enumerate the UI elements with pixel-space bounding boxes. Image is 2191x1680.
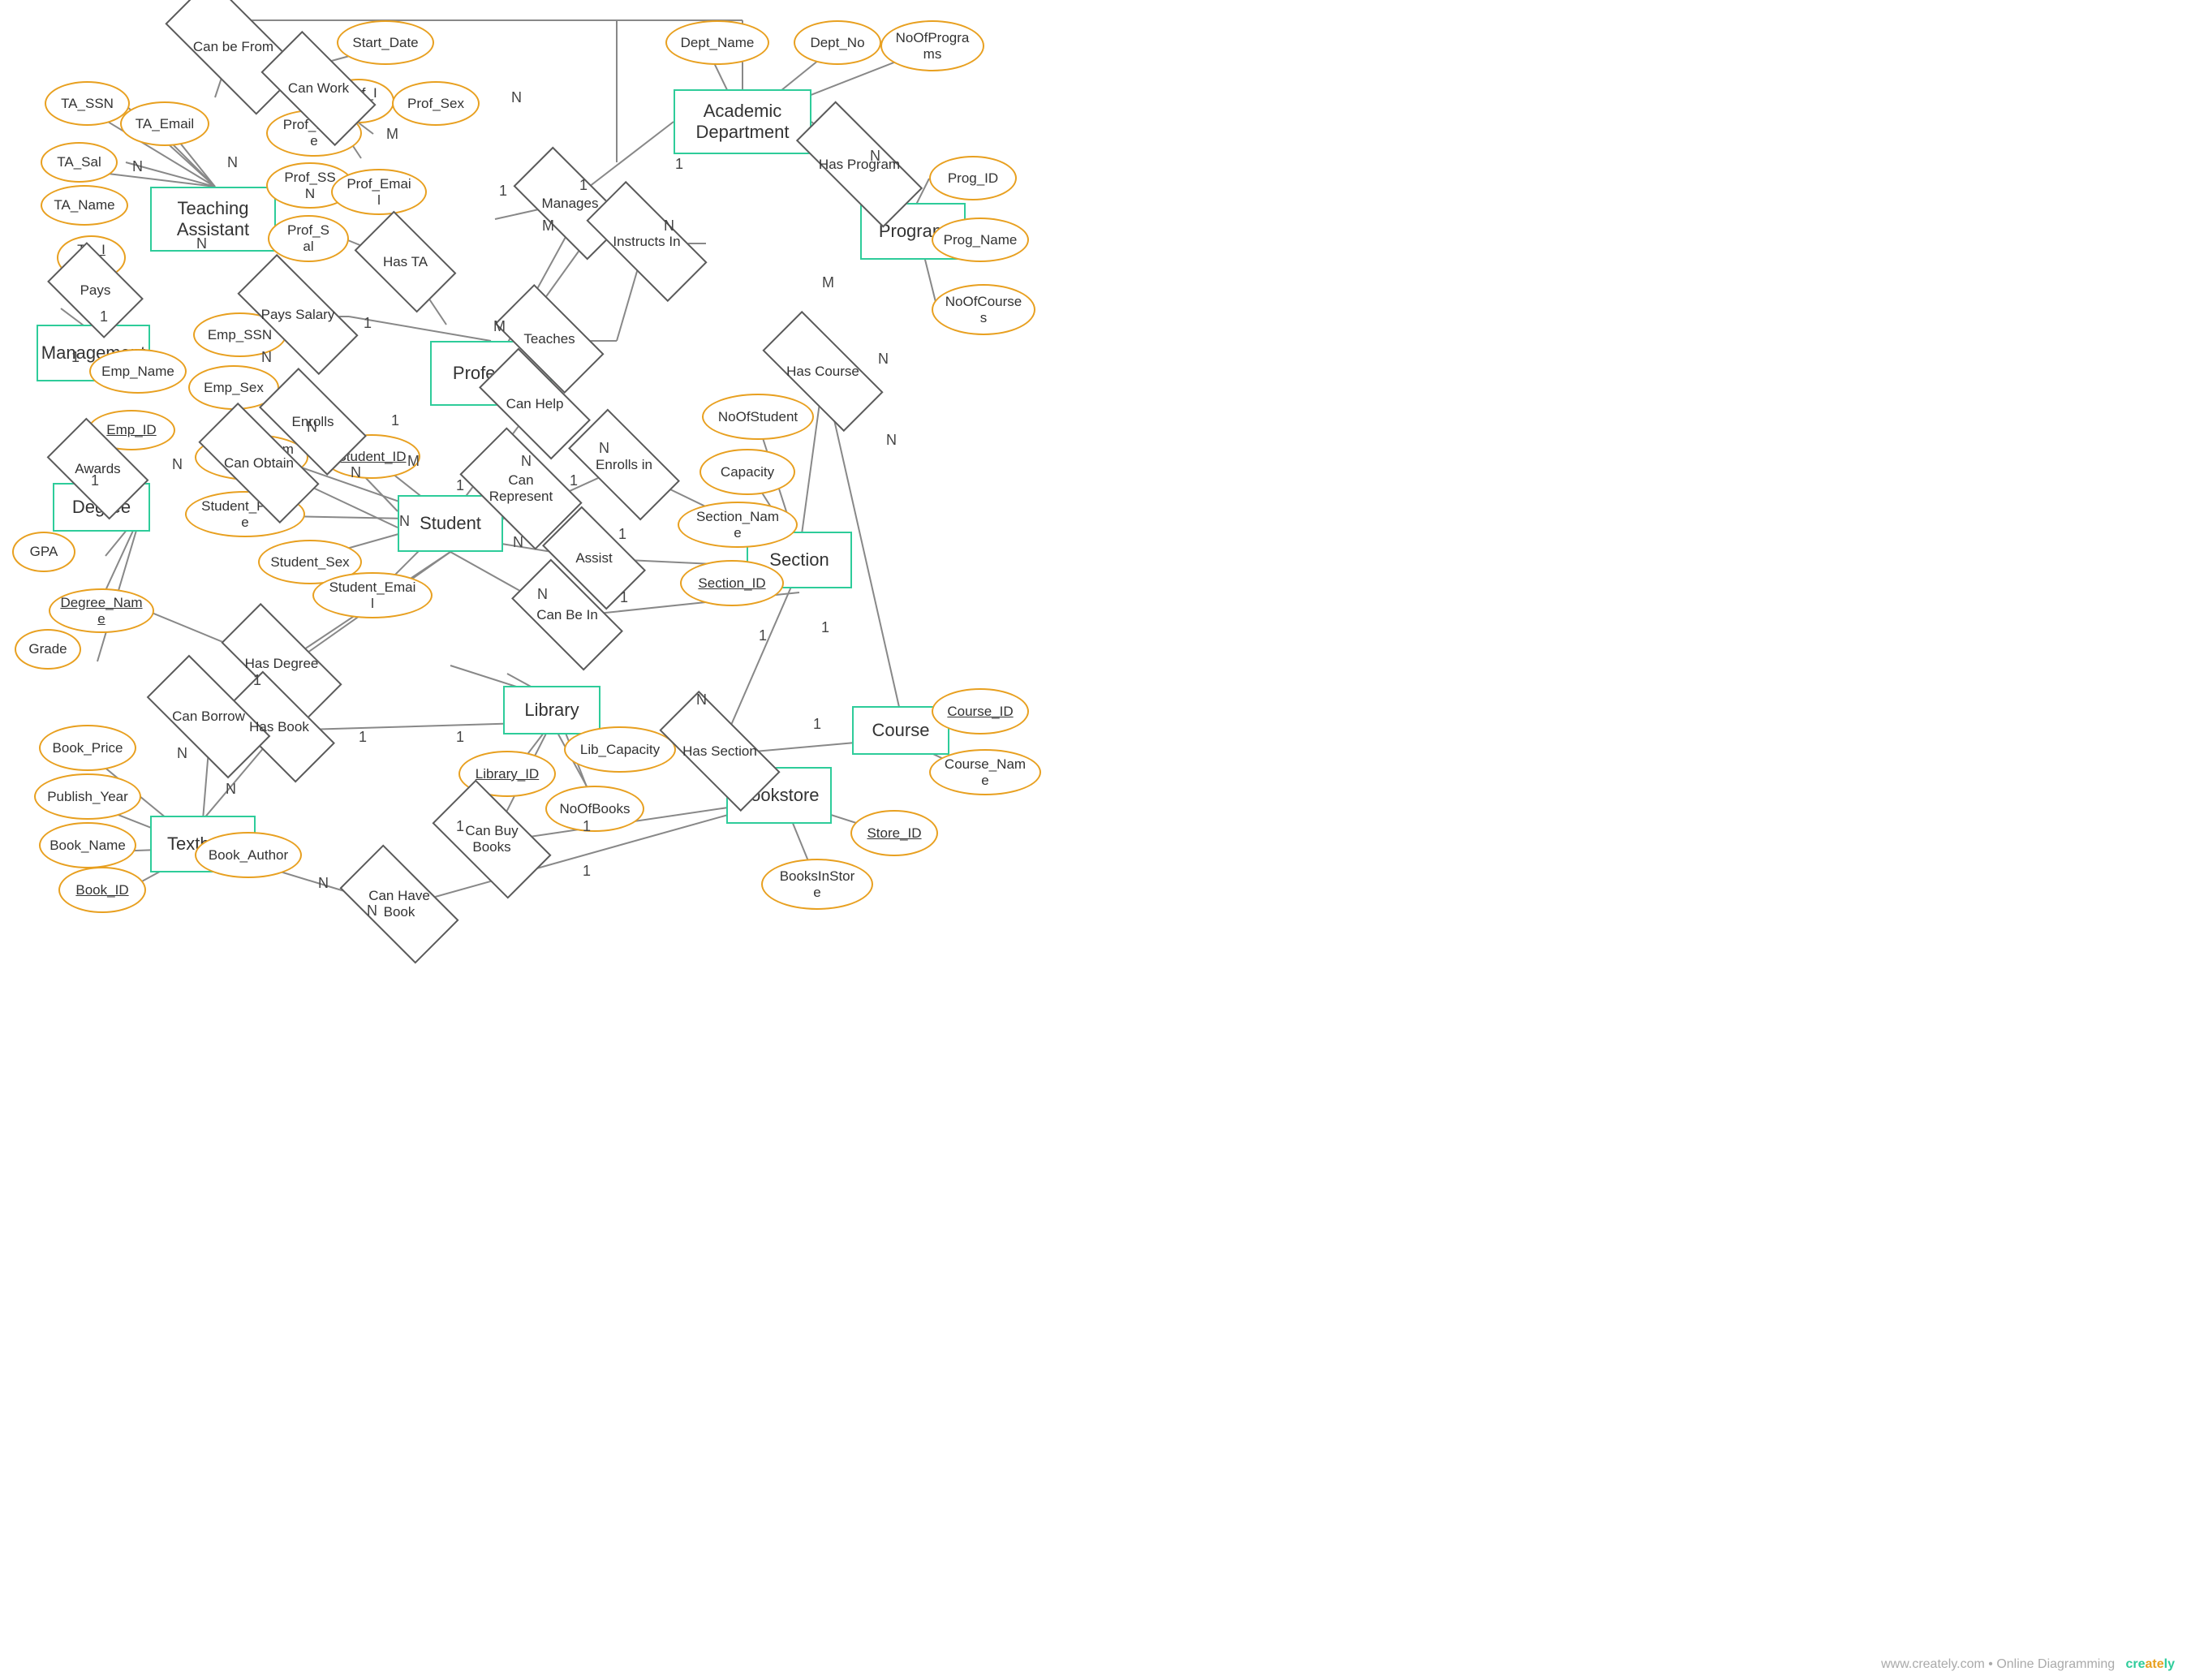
label-1-5: 1 (579, 177, 588, 194)
label-1-3: 1 (364, 315, 372, 332)
attr-no-of-programs: NoOfPrograms (880, 20, 984, 71)
label-m-4: M (407, 453, 420, 470)
rel-enrolls-in: Enrolls in (575, 438, 674, 491)
attr-capacity: Capacity (699, 449, 795, 495)
diagram-canvas: Teaching Assistant Management Degree Pro… (0, 0, 2191, 1680)
attr-student-email: Student_Email (312, 572, 433, 618)
label-n-13: N (537, 586, 548, 603)
attr-ta-sal: TA_Sal (41, 142, 118, 183)
attr-no-of-courses: NoOfCourses (932, 284, 1035, 335)
attr-ta-name: TA_Name (41, 185, 128, 226)
rel-has-course: Has Course (767, 345, 879, 398)
label-n-15: N (878, 351, 889, 368)
attr-ta-ssn: TA_SSN (45, 81, 130, 126)
label-n-3: N (196, 235, 207, 252)
label-n-2: N (132, 158, 143, 175)
rel-can-work: Can Work (268, 61, 369, 116)
label-n-17: N (696, 691, 707, 709)
rel-has-ta: Has TA (363, 235, 448, 288)
attr-emp-name: Emp_Name (89, 349, 187, 394)
rel-pays-salary: Pays Salary (242, 288, 354, 341)
attr-publish-year: Publish_Year (34, 773, 141, 820)
entity-library: Library (503, 686, 600, 734)
attr-dept-name: Dept_Name (665, 20, 769, 65)
entity-academic-department: AcademicDepartment (674, 89, 811, 154)
label-n-11: N (599, 440, 609, 457)
label-1-14: 1 (253, 672, 261, 689)
rel-can-be-in: Can Be In (518, 588, 617, 641)
attr-book-name: Book_Name (39, 822, 136, 868)
label-1-9: 1 (618, 526, 626, 543)
label-1-4: 1 (499, 183, 507, 200)
watermark: www.creately.com • Online Diagramming cr… (1881, 1657, 2175, 1672)
rel-can-obtain: Can Obtain (203, 437, 315, 489)
label-n-12: N (513, 534, 523, 551)
label-m-3: M (493, 318, 506, 335)
rel-can-have-book: Can HaveBook (347, 875, 451, 933)
rel-can-borrow: Can Borrow (153, 688, 265, 745)
rel-has-degree: Has Degree (226, 637, 338, 690)
label-m-1: M (386, 126, 398, 143)
label-1-19: 1 (583, 863, 591, 880)
attr-course-id: Course_ID (932, 688, 1029, 734)
attr-prof-email: Prof_Email (331, 169, 427, 215)
attr-section-name: Section_Name (678, 502, 798, 548)
label-1-17: 1 (456, 818, 464, 835)
attr-prog-id: Prog_ID (929, 156, 1017, 200)
label-1-2: 1 (71, 349, 80, 366)
label-n-19: N (177, 745, 187, 762)
attr-prof-sal: Prof_Sal (268, 215, 349, 262)
label-1-7: 1 (456, 477, 464, 494)
label-1-8: 1 (570, 472, 578, 489)
label-1-16: 1 (456, 729, 464, 746)
label-1-6: 1 (391, 412, 399, 429)
label-m-2: M (542, 218, 554, 235)
label-1-15: 1 (359, 729, 367, 746)
label-n-8: N (351, 464, 361, 481)
label-n-18: N (172, 456, 183, 473)
label-n-16: N (886, 432, 897, 449)
label-n-1: N (227, 154, 238, 171)
attr-book-price: Book_Price (39, 725, 136, 771)
label-n-4: N (261, 349, 272, 366)
attr-gpa: GPA (12, 532, 75, 572)
rel-instructs-in: Instructs In (591, 215, 703, 268)
label-1-12: 1 (813, 716, 821, 733)
attr-start-date: Start_Date (337, 20, 434, 65)
attr-ta-email: TA_Email (120, 101, 209, 146)
label-n-5: N (511, 89, 522, 106)
label-n-20: N (226, 781, 236, 798)
attr-lib-capacity: Lib_Capacity (564, 726, 676, 773)
attr-no-of-books: NoOfBooks (545, 786, 644, 832)
label-1-1: 1 (100, 308, 108, 325)
attr-grade: Grade (15, 629, 81, 670)
attr-prof-sex: Prof_Sex (392, 81, 480, 126)
rel-pays: Pays (57, 264, 134, 317)
rel-has-section: Has Section (664, 725, 776, 778)
attr-book-author: Book_Author (195, 832, 302, 878)
label-n-21: N (318, 875, 329, 892)
label-1-18: 1 (583, 818, 591, 835)
rel-has-program: Has Program (799, 138, 919, 191)
entity-teaching-assistant: Teaching Assistant (150, 187, 276, 252)
attr-section-id: Section_ID (680, 560, 784, 606)
label-n-10: N (521, 453, 532, 470)
attr-prog-name: Prog_Name (932, 218, 1029, 262)
attr-no-of-student: NoOfStudent (702, 394, 814, 440)
label-1-20: 1 (759, 627, 767, 644)
label-n-9: N (399, 513, 410, 530)
attr-dept-no: Dept_No (794, 20, 881, 65)
label-m-5: M (822, 274, 834, 291)
label-n-6: N (664, 218, 674, 235)
label-1-21: 1 (821, 619, 829, 636)
attr-course-name: Course_Name (929, 749, 1041, 795)
rel-can-help: Can Help (485, 377, 584, 430)
attr-store-id: Store_ID (850, 810, 938, 856)
attr-degree-name: Degree_Name (49, 588, 154, 633)
label-1-11: 1 (675, 156, 683, 173)
label-1-10: 1 (620, 589, 628, 606)
attr-books-in-store: BooksInStore (761, 859, 873, 910)
attr-book-id: Book_ID (58, 867, 146, 913)
